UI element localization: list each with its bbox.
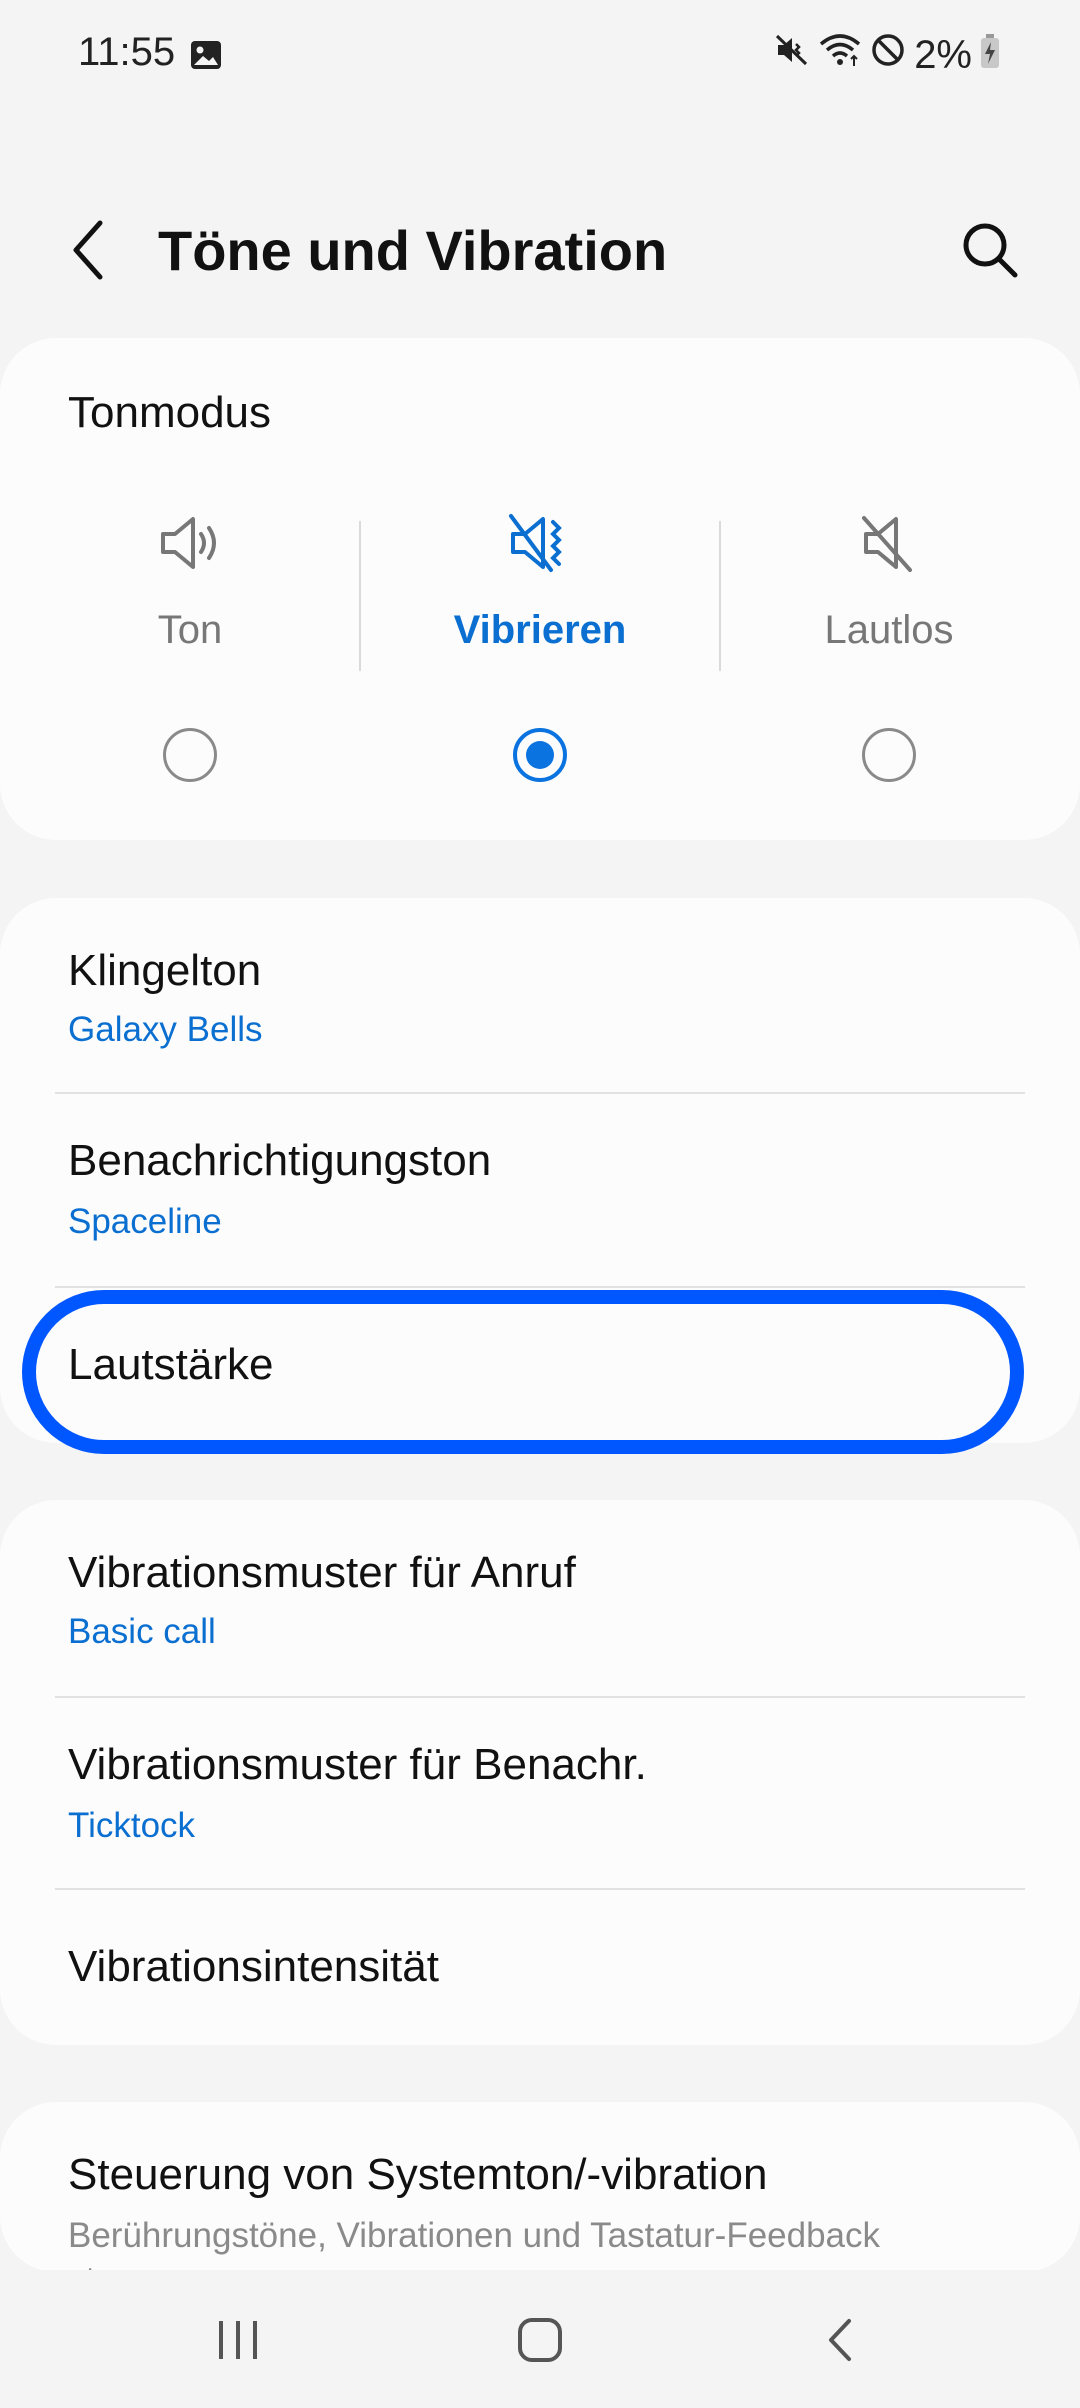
notification-sound-row[interactable]: Benachrichtigungston Spaceline: [0, 1094, 1080, 1286]
search-button[interactable]: [955, 215, 1025, 285]
back-arrow-icon: [73, 220, 103, 280]
back-icon: [829, 2319, 851, 2361]
notification-sound-title: Benachrichtigungston: [68, 1136, 492, 1185]
ringtone-title: Klingelton: [68, 946, 262, 995]
sound-mode-radio-vibrate[interactable]: [513, 728, 567, 782]
mode-divider: [359, 521, 361, 671]
ringtone-value: Galaxy Bells: [68, 1010, 263, 1049]
vibrate-icon: [505, 508, 575, 578]
no-disturb-icon: [870, 32, 906, 78]
vibration-settings-card: Vibrationsmuster für Anruf Basic call Vi…: [0, 1500, 1080, 2045]
wifi-icon: [818, 32, 862, 78]
vibration-intensity-row[interactable]: Vibrationsintensität: [0, 1890, 1080, 2045]
notification-vibration-pattern-title: Vibrationsmuster für Benachr.: [68, 1740, 647, 1789]
sound-mode-radio-mute[interactable]: [862, 728, 916, 782]
sound-mode-option-mute[interactable]: Lautlos: [709, 508, 1069, 848]
gallery-icon: [190, 40, 222, 75]
page-title: Töne und Vibration: [158, 219, 668, 282]
status-time: 11:55: [78, 30, 176, 74]
app-bar: Töne und Vibration: [0, 170, 1080, 330]
notification-vibration-pattern-row[interactable]: Vibrationsmuster für Benachr. Ticktock: [0, 1698, 1080, 1888]
sound-mode-card: Tonmodus Ton Vibrieren Lautlos: [0, 338, 1080, 840]
sound-mode-option-vibrate[interactable]: Vibrieren: [360, 508, 720, 848]
home-icon: [518, 2318, 562, 2362]
call-vibration-pattern-value: Basic call: [68, 1612, 216, 1651]
sound-mode-label: Ton: [157, 608, 223, 652]
status-bar: 11:55 2%: [0, 0, 1080, 110]
sound-mode-option-sound[interactable]: Ton: [10, 508, 370, 848]
recents-button[interactable]: [183, 2290, 293, 2390]
system-sound-control-desc: Berührungstöne, Vibrationen und Tastatur…: [68, 2216, 881, 2272]
volume-row-highlight: [22, 1290, 1024, 1454]
battery-text: 2%: [914, 32, 972, 77]
notification-vibration-pattern-value: Ticktock: [68, 1806, 196, 1845]
back-button[interactable]: [62, 215, 118, 285]
recents-icon: [219, 2321, 257, 2359]
mute-vibrate-icon: [774, 32, 810, 78]
system-sound-control-row[interactable]: Steuerung von Systemton/-vibration Berüh…: [0, 2102, 1080, 2272]
notification-sound-value: Spaceline: [68, 1202, 222, 1241]
ringtone-row[interactable]: Klingelton Galaxy Bells: [0, 898, 1080, 1092]
navigation-bar: [0, 2270, 1080, 2408]
search-icon: [963, 223, 1018, 278]
mute-icon: [854, 508, 924, 578]
battery-charging-icon: [980, 33, 1000, 78]
system-sound-card: Steuerung von Systemton/-vibration Berüh…: [0, 2102, 1080, 2272]
mode-divider: [719, 521, 721, 671]
sound-mode-radio-sound[interactable]: [163, 728, 217, 782]
home-button[interactable]: [485, 2290, 595, 2390]
nav-back-button[interactable]: [787, 2290, 897, 2390]
status-icons: 2%: [774, 32, 1000, 78]
vibration-intensity-title: Vibrationsintensität: [68, 1942, 439, 1991]
call-vibration-pattern-title: Vibrationsmuster für Anruf: [68, 1548, 576, 1597]
speaker-icon: [155, 508, 225, 578]
mute-mode-label: Lautlos: [824, 608, 954, 652]
call-vibration-pattern-row[interactable]: Vibrationsmuster für Anruf Basic call: [0, 1500, 1080, 1696]
vibrate-mode-label: Vibrieren: [453, 608, 627, 652]
sound-mode-heading: Tonmodus: [68, 388, 272, 437]
system-sound-control-title: Steuerung von Systemton/-vibration: [68, 2150, 768, 2199]
